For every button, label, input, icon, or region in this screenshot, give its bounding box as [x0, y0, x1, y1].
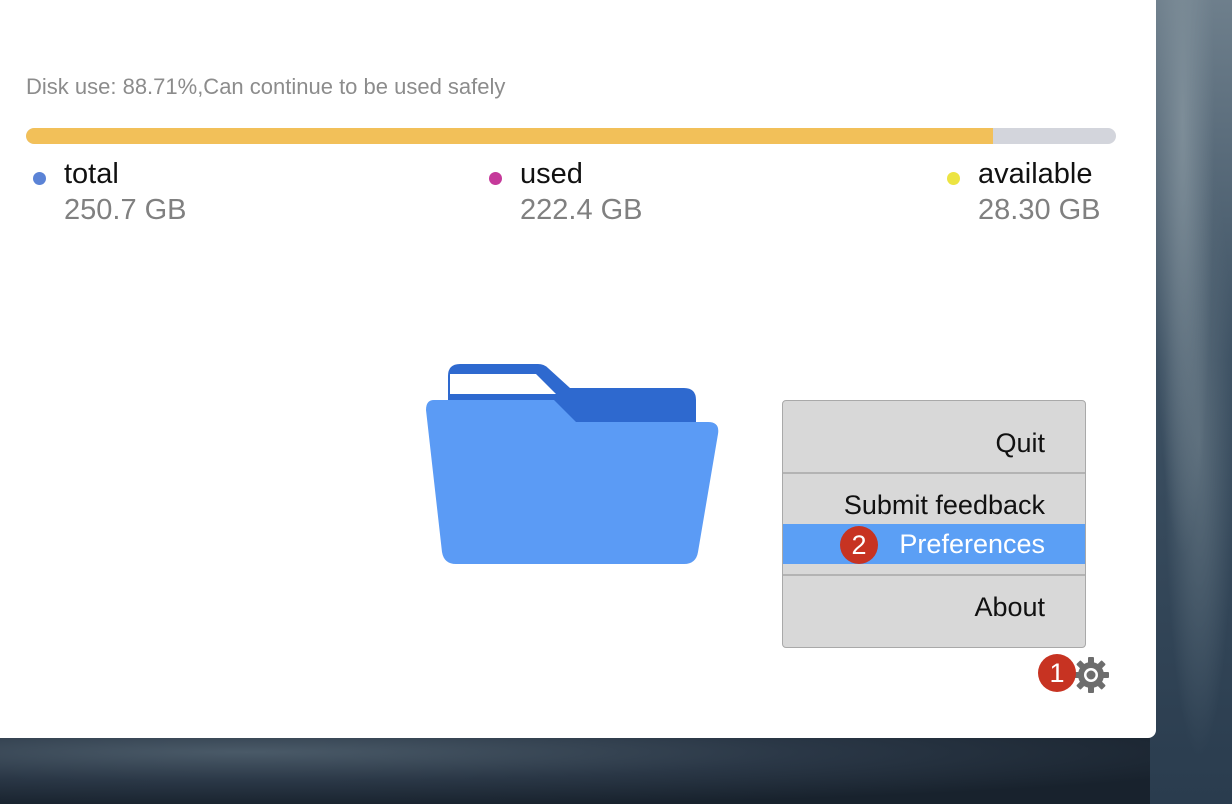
- menu-separator: [783, 472, 1085, 474]
- available-label: available: [978, 158, 1093, 190]
- menu-item-preferences[interactable]: Preferences: [783, 524, 1085, 564]
- desktop-wallpaper-right: [1150, 0, 1232, 804]
- used-value: 222.4 GB: [520, 194, 643, 226]
- total-dot: [33, 172, 46, 185]
- used-label: used: [520, 158, 583, 190]
- available-value: 28.30 GB: [978, 194, 1101, 226]
- menu-separator: [783, 574, 1085, 576]
- disk-usage-bar: [26, 128, 1116, 144]
- gear-icon[interactable]: [1072, 656, 1110, 694]
- disk-usage-bar-fill: [26, 128, 993, 144]
- disk-usage-panel: Disk use: 88.71%,Can continue to be used…: [0, 0, 1156, 738]
- available-dot: [947, 172, 960, 185]
- desktop-wallpaper-bottom: [0, 730, 1232, 804]
- menu-item-quit[interactable]: Quit: [783, 423, 1085, 463]
- menu-item-about[interactable]: About: [783, 587, 1085, 627]
- disk-use-status: Disk use: 88.71%,Can continue to be used…: [26, 74, 506, 99]
- total-value: 250.7 GB: [64, 194, 187, 226]
- step-badge-2: 2: [840, 526, 878, 564]
- total-label: total: [64, 158, 119, 190]
- folder-icon[interactable]: [420, 360, 720, 571]
- step-badge-1: 1: [1038, 654, 1076, 692]
- used-dot: [489, 172, 502, 185]
- settings-menu: Quit Submit feedback Preferences About: [782, 400, 1086, 648]
- menu-item-submit-feedback[interactable]: Submit feedback: [783, 485, 1085, 525]
